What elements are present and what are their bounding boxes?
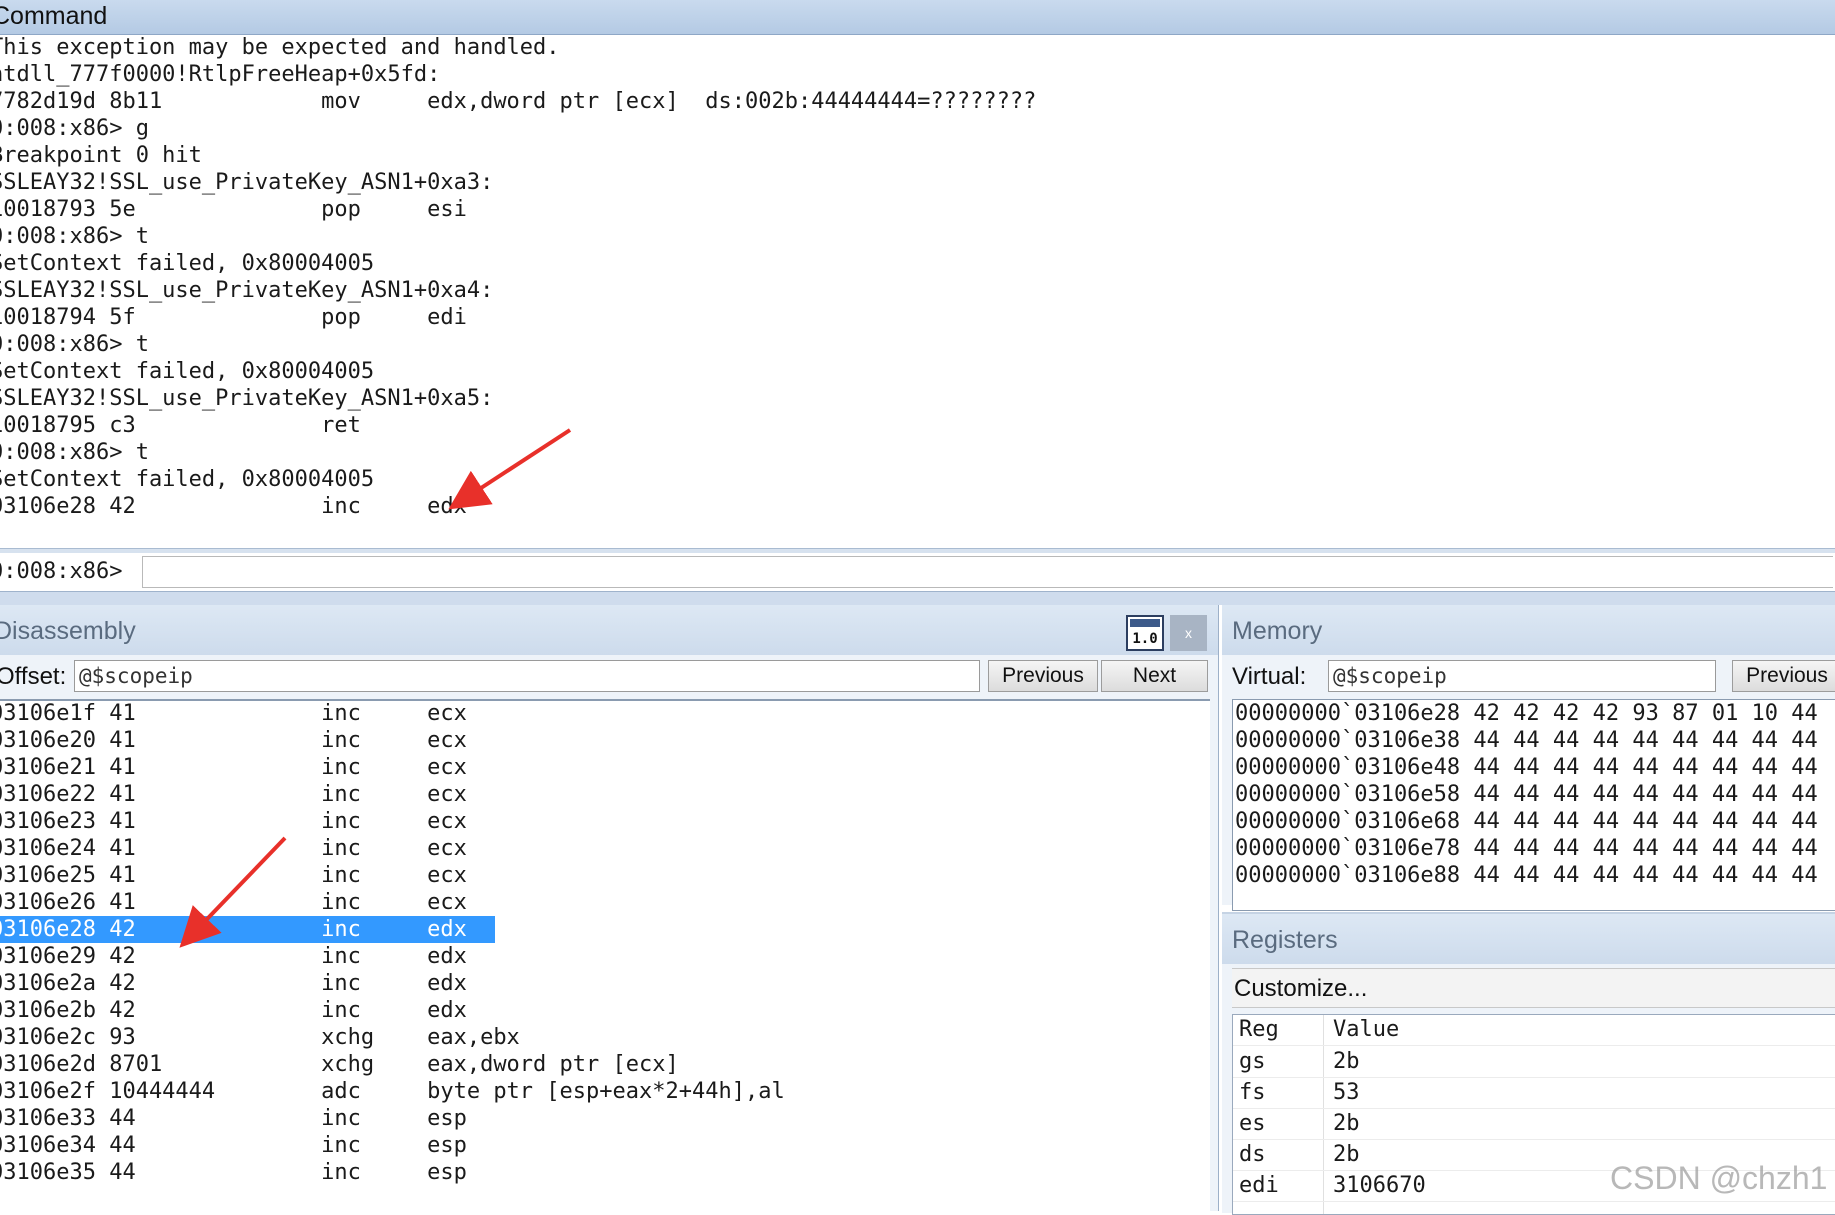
command-output-line: SSLEAY32!SSL_use_PrivateKey_ASN1+0xa5:	[0, 386, 494, 411]
command-window-title: Command	[0, 0, 1835, 35]
memory-row[interactable]: 00000000`03106e58 44 44 44 44 44 44 44 4…	[1235, 781, 1818, 808]
disassembly-row[interactable]: 03106e22 41 inc ecx	[0, 781, 467, 808]
register-row[interactable]: es 2b	[1233, 1109, 1835, 1140]
disassembly-row[interactable]: 03106e1f 41 inc ecx	[0, 701, 467, 727]
command-output-line: 10018794 5f pop edi	[0, 305, 467, 330]
command-output-line: 10018793 5e pop esi	[0, 197, 467, 222]
disassembly-row[interactable]: 03106e26 41 inc ecx	[0, 889, 467, 916]
disassembly-row[interactable]: 03106e2a 42 inc edx	[0, 970, 467, 997]
close-icon[interactable]: x	[1170, 615, 1207, 651]
memory-previous-button[interactable]: Previous	[1732, 660, 1835, 692]
disassembly-row[interactable]: 03106e29 42 inc edx	[0, 943, 467, 970]
memory-virtual-row: Virtual: @$scopeip Previous	[1232, 657, 1835, 697]
window-icon[interactable]: 1.0	[1126, 615, 1164, 651]
command-input[interactable]	[142, 556, 1833, 588]
disassembly-header: Disassembly 1.0 x	[0, 605, 1218, 655]
disassembly-row[interactable]: 03106e33 44 inc esp	[0, 1105, 467, 1132]
command-output-line: 0:008:x86> g	[0, 116, 149, 141]
command-output-line: SSLEAY32!SSL_use_PrivateKey_ASN1+0xa3:	[0, 170, 494, 195]
register-value[interactable]: 2b	[1333, 1140, 1360, 1170]
customize-button[interactable]: Customize...	[1232, 968, 1835, 1008]
memory-row[interactable]: 00000000`03106e78 44 44 44 44 44 44 44 4…	[1235, 835, 1818, 862]
offset-label: Offset:	[0, 663, 67, 690]
disassembly-row[interactable]: 03106e34 44 inc esp	[0, 1132, 467, 1159]
command-output-line: 0:008:x86> t	[0, 332, 149, 357]
disassembly-title: Disassembly	[0, 617, 136, 645]
command-output-line: 03106e28 42 inc edx	[0, 494, 467, 519]
command-output-line: SetContext failed, 0x80004005	[0, 467, 375, 492]
memory-row[interactable]: 00000000`03106e68 44 44 44 44 44 44 44 4…	[1235, 808, 1818, 835]
command-output-line: 0:008:x86> t	[0, 224, 149, 249]
watermark: CSDN @chzh1	[1610, 1160, 1828, 1196]
command-output-line: ntdll_777f0000!RtlpFreeHeap+0x5fd:	[0, 62, 441, 87]
virtual-input[interactable]: @$scopeip	[1328, 660, 1716, 692]
command-output-line: Breakpoint 0 hit	[0, 143, 202, 168]
memory-dump[interactable]: 00000000`03106e28 42 42 42 42 93 87 01 1…	[1232, 699, 1835, 911]
reg-column-header: Reg	[1239, 1017, 1279, 1042]
memory-title: Memory	[1232, 617, 1323, 645]
virtual-label: Virtual:	[1232, 663, 1307, 690]
disassembly-row[interactable]: 03106e2b 42 inc edx	[0, 997, 467, 1024]
register-row[interactable]: gs 2b	[1233, 1047, 1835, 1078]
disassembly-listing[interactable]: 03106e1f 41 inc ecx 03106e20 41 inc ecx 03…	[0, 699, 1210, 1213]
registers-title: Registers	[1232, 926, 1338, 954]
memory-row[interactable]: 00000000`03106e28 42 42 42 42 93 87 01 1…	[1235, 700, 1818, 727]
disassembly-row[interactable]: 03106e2d 8701 xchg eax,dword ptr [ecx]	[0, 1051, 679, 1078]
register-value[interactable]: 3106670	[1333, 1171, 1426, 1201]
register-name: fs	[1239, 1080, 1266, 1105]
command-output-line: 7782d19d 8b11 mov edx,dword ptr [ecx] ds…	[0, 89, 1037, 114]
registers-header: Registers	[1222, 914, 1835, 964]
current-instruction-row[interactable]: 03106e28 42 inc edx	[0, 916, 495, 943]
command-output-line: This exception may be expected and handl…	[0, 36, 560, 60]
register-value[interactable]: 2b	[1333, 1109, 1360, 1139]
register-name: edi	[1239, 1173, 1279, 1198]
disassembly-offset-row: Offset: @$scopeip Previous Next	[0, 657, 1218, 697]
memory-header: Memory	[1222, 605, 1835, 655]
disassembly-row[interactable]: 03106e25 41 inc ecx	[0, 862, 467, 889]
disassembly-row[interactable]: 03106e23 41 inc ecx	[0, 808, 467, 835]
disassembly-row[interactable]: 03106e20 41 inc ecx	[0, 727, 467, 754]
memory-row[interactable]: 00000000`03106e48 44 44 44 44 44 44 44 4…	[1235, 754, 1818, 781]
next-button[interactable]: Next	[1101, 660, 1208, 692]
register-row[interactable]: fs 53	[1233, 1078, 1835, 1109]
command-output-line: 0:008:x86> t	[0, 440, 149, 465]
previous-button[interactable]: Previous	[988, 660, 1098, 692]
disassembly-pane: Disassembly 1.0 x Offset: @$scopeip Prev…	[0, 605, 1219, 1213]
command-output: This exception may be expected and handl…	[0, 36, 1835, 550]
disassembly-row[interactable]: 03106e2f 10444444 adc byte ptr [esp+eax*…	[0, 1078, 785, 1105]
disassembly-row[interactable]: 03106e35 44 inc esp	[0, 1159, 467, 1186]
register-value[interactable]: 53	[1333, 1078, 1360, 1108]
value-column-header: Value	[1333, 1017, 1400, 1042]
command-output-line: SetContext failed, 0x80004005	[0, 359, 375, 384]
command-input-row: 0:008:x86>	[0, 553, 1835, 592]
memory-pane: Memory Virtual: @$scopeip Previous 00000…	[1222, 605, 1835, 911]
memory-row[interactable]: 00000000`03106e88 44 44 44 44 44 44 44 4…	[1235, 862, 1818, 889]
register-name: es	[1239, 1111, 1266, 1136]
command-output-line: 10018795 c3 ret	[0, 413, 361, 438]
pane-splitter[interactable]	[0, 592, 1835, 605]
disassembly-row[interactable]: 03106e24 41 inc ecx	[0, 835, 467, 862]
offset-input[interactable]: @$scopeip	[74, 660, 980, 692]
memory-row[interactable]: 00000000`03106e38 44 44 44 44 44 44 44 4…	[1235, 727, 1818, 754]
disassembly-row[interactable]: 03106e2c 93 xchg eax,ebx	[0, 1024, 520, 1051]
register-name: ds	[1239, 1142, 1266, 1167]
command-prompt: 0:008:x86>	[0, 559, 123, 584]
register-name: gs	[1239, 1049, 1266, 1074]
registers-header-row: Reg Value	[1233, 1015, 1835, 1046]
disassembly-row[interactable]: 03106e21 41 inc ecx	[0, 754, 467, 781]
register-value[interactable]: 2b	[1333, 1047, 1360, 1077]
command-output-line: SSLEAY32!SSL_use_PrivateKey_ASN1+0xa4:	[0, 278, 494, 303]
command-output-line: SetContext failed, 0x80004005	[0, 251, 375, 276]
